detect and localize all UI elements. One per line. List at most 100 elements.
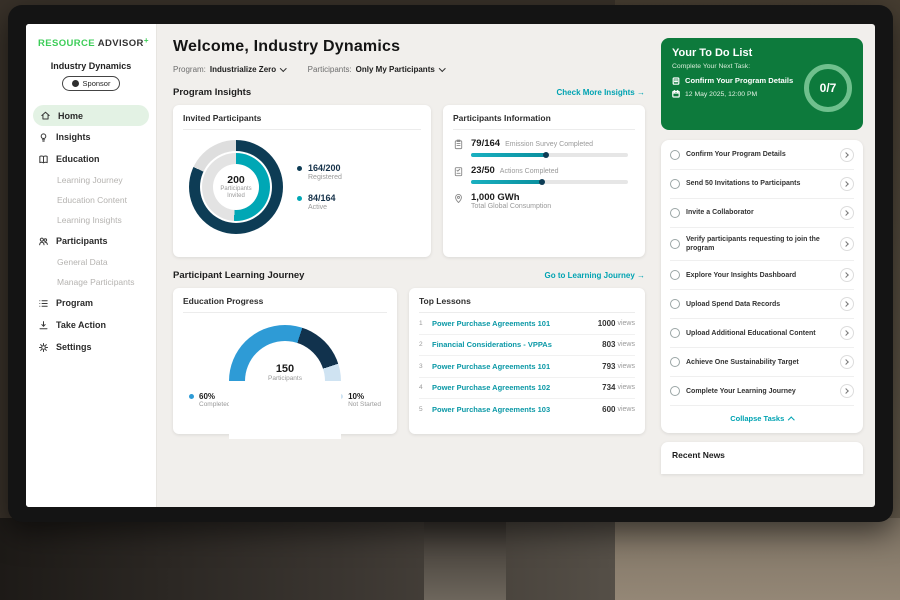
lesson-row[interactable]: 4 Power Purchase Agreements 102 734views (419, 378, 635, 400)
checkbox-icon[interactable] (670, 179, 680, 189)
go-to-learning-journey-link[interactable]: Go to Learning Journey (545, 271, 645, 280)
chevron-right-icon[interactable] (840, 297, 854, 311)
sidebar-item-education-content[interactable]: Education Content (26, 190, 156, 210)
sidebar-item-settings[interactable]: Settings (26, 336, 156, 358)
sidebar-item-general-data[interactable]: General Data (26, 252, 156, 272)
people-icon (38, 236, 49, 247)
task-row[interactable]: Achieve One Sustainability Target (670, 348, 854, 377)
clipboard-icon (672, 77, 680, 85)
calendar-icon (672, 90, 680, 98)
sidebar-item-education[interactable]: Education (26, 148, 156, 170)
page-title: Welcome, Industry Dynamics (173, 38, 645, 56)
checkbox-icon[interactable] (670, 328, 680, 338)
stat-label: Actions Completed (500, 168, 559, 175)
collapse-tasks-link[interactable]: Collapse Tasks (670, 406, 854, 432)
sidebar-item-participants[interactable]: Participants (26, 230, 156, 252)
sidebar-item-learning-insights[interactable]: Learning Insights (26, 210, 156, 230)
checkbox-icon[interactable] (670, 299, 680, 309)
task-row[interactable]: Upload Spend Data Records (670, 290, 854, 319)
todo-panel: Your To Do List Complete Your Next Task:… (659, 24, 875, 507)
lesson-rank: 3 (419, 363, 432, 370)
chevron-right-icon[interactable] (840, 355, 854, 369)
lesson-link[interactable]: Power Purchase Agreements 101 (432, 362, 602, 371)
task-row[interactable]: Confirm Your Program Details (670, 141, 854, 170)
checkbox-icon[interactable] (670, 357, 680, 367)
sidebar-item-label: Program (56, 298, 93, 308)
lesson-row[interactable]: 1 Power Purchase Agreements 101 1000view… (419, 313, 635, 335)
lesson-row[interactable]: 5 Power Purchase Agreements 103 600views (419, 399, 635, 421)
sponsor-icon (72, 80, 79, 87)
stat-label: Total Global Consumption (471, 203, 635, 210)
chevron-right-icon[interactable] (840, 268, 854, 282)
next-task[interactable]: Confirm Your Program Details (672, 76, 800, 85)
lesson-row[interactable]: 3 Power Purchase Agreements 101 793views (419, 356, 635, 378)
sidebar-item-take-action[interactable]: Take Action (26, 314, 156, 336)
task-row[interactable]: Explore Your Insights Dashboard (670, 261, 854, 290)
sponsor-badge: Sponsor (62, 76, 120, 91)
download-icon (38, 320, 49, 331)
chevron-right-icon[interactable] (840, 177, 854, 191)
progress-bar (471, 153, 628, 157)
sidebar-item-home[interactable]: Home (33, 105, 149, 126)
list-icon (38, 298, 49, 309)
monitor-bezel: RESOURCE ADVISOR+ Industry Dynamics Spon… (8, 5, 893, 522)
check-more-insights-link[interactable]: Check More Insights (557, 88, 645, 97)
sidebar-item-label: Home (58, 111, 83, 121)
chevron-right-icon[interactable] (840, 206, 854, 220)
sidebar-item-label: Manage Participants (57, 277, 135, 287)
stat-value: 1,000 GWh (471, 192, 635, 203)
sidebar-nav: Home Insights Education Learning Journey… (26, 105, 156, 358)
chevron-right-icon[interactable] (840, 237, 854, 251)
chevron-right-icon[interactable] (840, 326, 854, 340)
lesson-row[interactable]: 2 Financial Considerations - VPPAs 803vi… (419, 335, 635, 357)
task-row[interactable]: Complete Your Learning Journey (670, 377, 854, 406)
task-row[interactable]: Verify participants requesting to join t… (670, 228, 854, 261)
sidebar-item-learning-journey[interactable]: Learning Journey (26, 170, 156, 190)
stat-emission-survey: 79/164Emission Survey Completed (453, 138, 635, 157)
chevron-right-icon[interactable] (840, 384, 854, 398)
chevron-right-icon[interactable] (840, 148, 854, 162)
task-label: Complete Your Learning Journey (686, 387, 834, 396)
chevron-down-icon (439, 65, 445, 71)
checkbox-icon[interactable] (670, 150, 680, 160)
lesson-link[interactable]: Power Purchase Agreements 102 (432, 383, 602, 392)
lesson-link[interactable]: Power Purchase Agreements 101 (432, 319, 598, 328)
recent-news-header: Recent News (661, 442, 863, 474)
lesson-rank: 1 (419, 320, 432, 327)
lesson-views: 734 (602, 383, 615, 392)
todo-summary-card: Your To Do List Complete Your Next Task:… (661, 38, 863, 130)
education-gauge-chart: 150 Participants (229, 325, 341, 382)
chevron-up-icon (788, 417, 794, 423)
sidebar-item-manage-participants[interactable]: Manage Participants (26, 272, 156, 292)
todo-tasks-card: Confirm Your Program Details Send 50 Inv… (661, 140, 863, 433)
lesson-link[interactable]: Financial Considerations - VPPAs (432, 340, 602, 349)
participants-filter[interactable]: Participants:Only My Participants (308, 65, 445, 74)
checkbox-icon[interactable] (670, 239, 680, 249)
checkbox-icon[interactable] (670, 270, 680, 280)
task-row[interactable]: Invite a Collaborator (670, 199, 854, 228)
background-desk-right (615, 518, 900, 600)
program-filter-value: Industrialize Zero (210, 65, 276, 74)
donut-center-label: Participants Invited (219, 186, 253, 201)
home-icon (40, 110, 51, 121)
task-label: Invite a Collaborator (686, 208, 834, 217)
task-row[interactable]: Send 50 Invitations to Participants (670, 170, 854, 199)
legend-value: 10% (348, 392, 381, 401)
checkbox-icon[interactable] (670, 208, 680, 218)
lesson-views-unit: views (617, 406, 635, 413)
lesson-views-unit: views (617, 384, 635, 391)
next-task-time: 12 May 2025, 12:00 PM (685, 91, 757, 98)
progress-bar (471, 180, 628, 184)
legend-completed: 60%Completed (189, 392, 230, 408)
program-filter[interactable]: Program:Industrialize Zero (173, 65, 286, 74)
lesson-link[interactable]: Power Purchase Agreements 103 (432, 405, 602, 414)
checkbox-icon[interactable] (670, 386, 680, 396)
lesson-rank: 2 (419, 341, 432, 348)
task-row[interactable]: Upload Additional Educational Content (670, 319, 854, 348)
invited-donut-chart: 200 Participants Invited (189, 140, 283, 234)
sidebar-item-program[interactable]: Program (26, 292, 156, 314)
stat-actions-completed: 23/50Actions Completed (453, 165, 635, 184)
legend-value: 60% (199, 392, 230, 401)
stat-global-consumption: 1,000 GWh Total Global Consumption (453, 192, 635, 210)
sidebar-item-insights[interactable]: Insights (26, 126, 156, 148)
